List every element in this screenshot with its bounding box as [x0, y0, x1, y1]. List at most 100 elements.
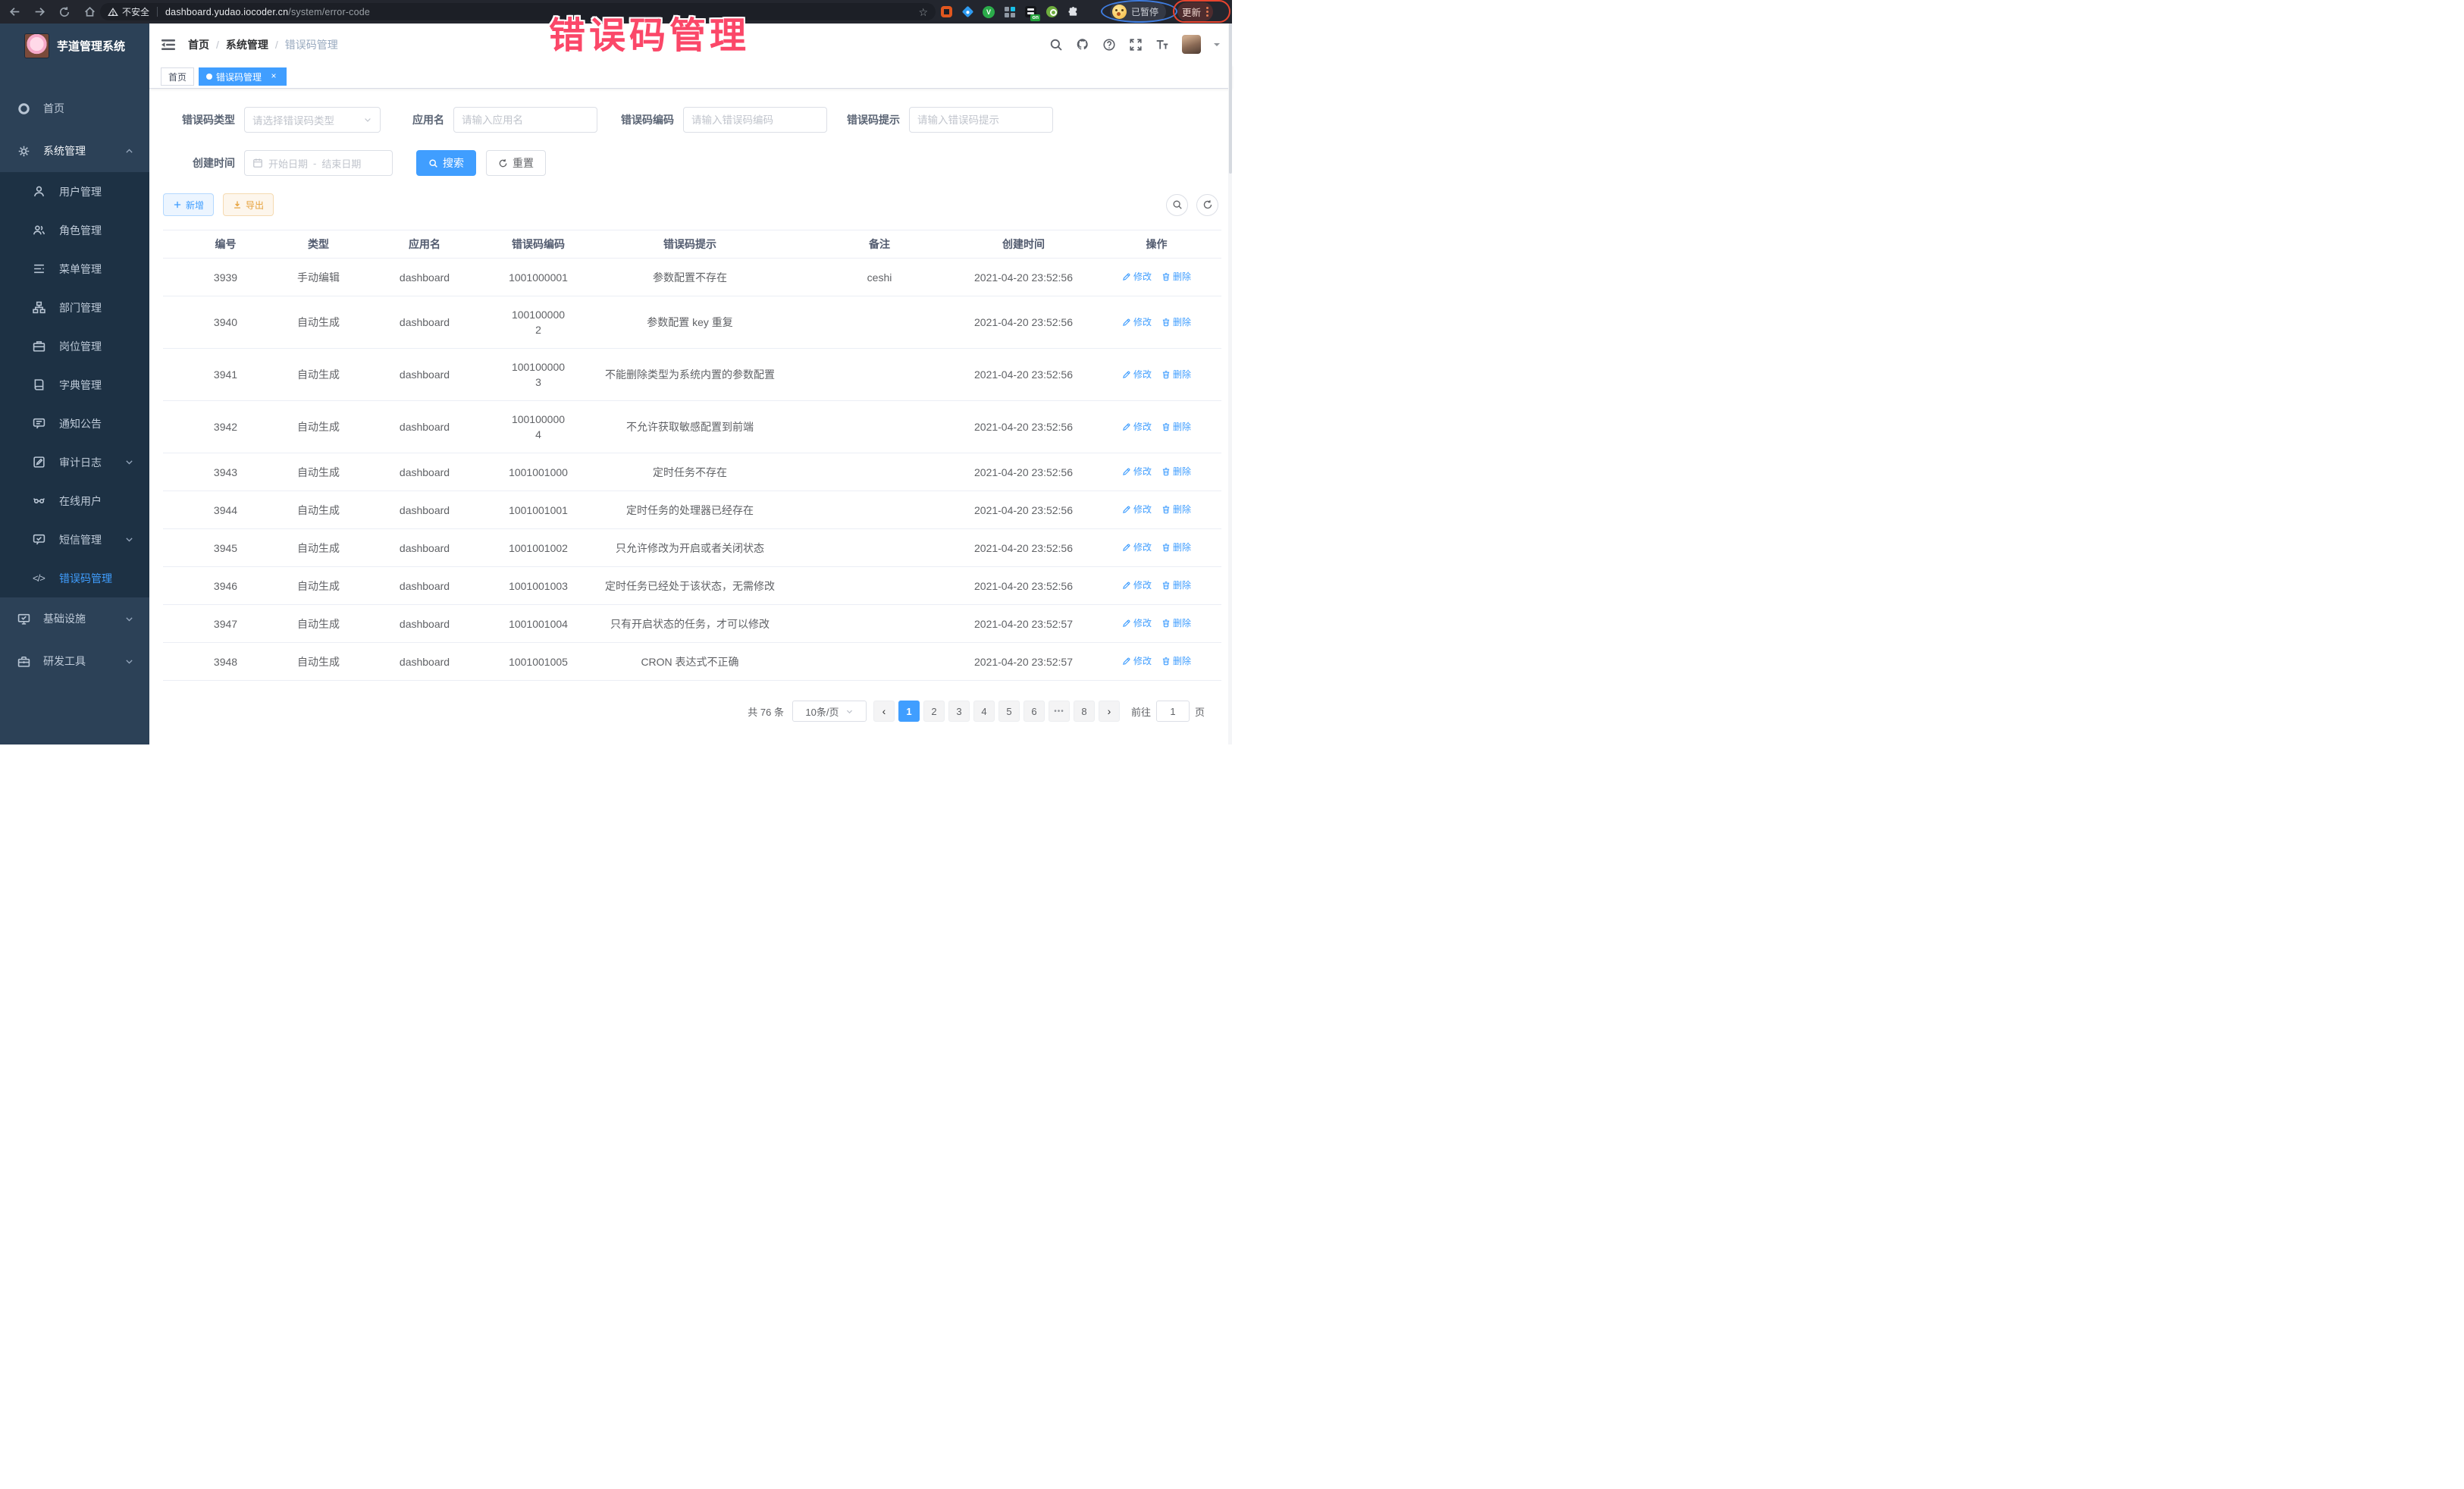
pager-page-5[interactable]: 5 — [998, 701, 1020, 722]
sidebar-item-10[interactable]: 在线用户 — [0, 481, 149, 520]
tag-home[interactable]: 首页 — [161, 67, 194, 86]
security-chip[interactable]: 不安全 — [108, 5, 149, 18]
delete-link[interactable]: 删除 — [1161, 269, 1191, 284]
github-icon[interactable] — [1076, 38, 1089, 52]
header-search-icon[interactable] — [1049, 38, 1063, 52]
edit-link[interactable]: 修改 — [1122, 540, 1152, 555]
export-button[interactable]: 导出 — [223, 193, 274, 216]
search-button[interactable]: 搜索 — [416, 150, 476, 176]
home-icon[interactable] — [83, 5, 96, 19]
sidebar-item-1[interactable]: 系统管理 — [0, 130, 149, 172]
sidebar-item-13[interactable]: 基础设施 — [0, 597, 149, 640]
help-icon[interactable] — [1102, 38, 1116, 52]
fullscreen-icon[interactable] — [1129, 38, 1143, 52]
delete-link[interactable]: 删除 — [1161, 578, 1191, 593]
edit-link[interactable]: 修改 — [1122, 315, 1152, 330]
error-type-select[interactable]: 请选择错误码类型 — [244, 107, 381, 133]
date-range-picker[interactable]: 开始日期 - 结束日期 — [244, 150, 393, 176]
edit-link[interactable]: 修改 — [1122, 419, 1152, 434]
pager-page-6[interactable]: 6 — [1024, 701, 1045, 722]
pager-page-4[interactable]: 4 — [973, 701, 995, 722]
reset-button[interactable]: 重置 — [486, 150, 546, 176]
edit-link[interactable]: 修改 — [1122, 616, 1152, 631]
sidebar-item-6[interactable]: 岗位管理 — [0, 327, 149, 365]
pager-page-8[interactable]: 8 — [1074, 701, 1095, 722]
delete-link[interactable]: 删除 — [1161, 654, 1191, 669]
edit-link[interactable]: 修改 — [1122, 502, 1152, 517]
cell-remark — [804, 567, 955, 605]
sidebar-item-8[interactable]: 通知公告 — [0, 404, 149, 443]
goto-page-input[interactable] — [1156, 701, 1190, 722]
hamburger-icon[interactable] — [161, 37, 176, 52]
delete-link[interactable]: 删除 — [1161, 502, 1191, 517]
pager-next-button[interactable]: › — [1099, 701, 1120, 722]
edit-link[interactable]: 修改 — [1122, 578, 1152, 593]
edit-link[interactable]: 修改 — [1122, 269, 1152, 284]
breadcrumb-system[interactable]: 系统管理 — [226, 37, 268, 52]
delete-link[interactable]: 删除 — [1161, 315, 1191, 330]
cell-app: dashboard — [349, 349, 500, 401]
delete-link[interactable]: 删除 — [1161, 540, 1191, 555]
sidebar-logo[interactable]: 芋道管理系统 — [0, 24, 149, 67]
browser-menu-kebab-icon[interactable] — [1206, 7, 1208, 17]
pager-page-3[interactable]: 3 — [948, 701, 970, 722]
table-row: 3939手动编辑dashboard1001000001参数配置不存在ceshi2… — [163, 259, 1221, 296]
font-size-icon[interactable] — [1155, 38, 1169, 52]
extension-ublock-icon[interactable] — [940, 5, 953, 18]
log-icon — [33, 456, 45, 469]
delete-link[interactable]: 删除 — [1161, 616, 1191, 631]
filter-row-1: 错误码类型 请选择错误码类型 应用名 错误码编码 错误码提示 — [163, 107, 1221, 133]
code-input[interactable] — [691, 114, 819, 126]
edit-link[interactable]: 修改 — [1122, 464, 1152, 479]
tag-error-code[interactable]: 错误码管理 × — [199, 67, 287, 86]
scrollbar-thumb[interactable] — [1229, 3, 1232, 174]
bookmark-star-icon[interactable]: ☆ — [918, 7, 928, 17]
filter-label-code: 错误码编码 — [621, 112, 674, 127]
browser-profile-chip[interactable]: 已暂停 — [1110, 2, 1166, 21]
add-button[interactable]: 新增 — [163, 193, 214, 216]
delete-link[interactable]: 删除 — [1161, 367, 1191, 382]
sidebar-item-2[interactable]: 用户管理 — [0, 172, 149, 211]
reload-icon[interactable] — [58, 5, 71, 19]
extension-tampermonkey-icon[interactable]: on — [1024, 5, 1037, 18]
sidebar-item-0[interactable]: 首页 — [0, 87, 149, 130]
edit-link[interactable]: 修改 — [1122, 654, 1152, 669]
refresh-table-button[interactable] — [1196, 194, 1218, 216]
browser-update-button[interactable]: 更新 — [1177, 2, 1213, 21]
sidebar-item-4[interactable]: 菜单管理 — [0, 249, 149, 288]
delete-link[interactable]: 删除 — [1161, 464, 1191, 479]
toggle-search-button[interactable] — [1166, 194, 1188, 216]
breadcrumb-home[interactable]: 首页 — [188, 37, 209, 52]
sidebar-item-9[interactable]: 审计日志 — [0, 443, 149, 481]
sidebar-item-3[interactable]: 角色管理 — [0, 211, 149, 249]
extension-green-icon[interactable]: V — [983, 6, 995, 18]
edit-link[interactable]: 修改 — [1122, 367, 1152, 382]
table-toolbar: 新增 导出 — [163, 193, 1221, 216]
sidebar-item-5[interactable]: 部门管理 — [0, 288, 149, 327]
avatar-caret-icon[interactable] — [1214, 43, 1220, 49]
pager-page-1[interactable]: 1 — [898, 701, 920, 722]
delete-link[interactable]: 删除 — [1161, 419, 1191, 434]
user-avatar[interactable] — [1182, 35, 1201, 54]
cell-remark: ceshi — [804, 259, 955, 296]
page-size-select[interactable]: 10条/页 — [792, 701, 867, 722]
page-scrollbar[interactable] — [1228, 0, 1232, 744]
tag-close-icon[interactable]: × — [268, 71, 279, 82]
sidebar-item-12[interactable]: </>错误码管理 — [0, 559, 149, 597]
pager-prev-button[interactable]: ‹ — [873, 701, 895, 722]
sidebar-item-14[interactable]: 研发工具 — [0, 640, 149, 682]
sidebar-item-7[interactable]: 字典管理 — [0, 365, 149, 404]
extension-grid-icon[interactable] — [1003, 5, 1016, 18]
back-icon[interactable] — [8, 5, 21, 19]
extension-pin-icon[interactable] — [961, 5, 974, 18]
sidebar-item-11[interactable]: 短信管理 — [0, 520, 149, 559]
app-name-input[interactable] — [462, 114, 589, 126]
extension-key-icon[interactable] — [1045, 5, 1058, 18]
url-text[interactable]: dashboard.yudao.iocoder.cn/system/error-… — [165, 7, 370, 17]
pager-more-button[interactable]: ••• — [1049, 701, 1070, 722]
forward-icon[interactable] — [33, 5, 46, 19]
address-bar[interactable]: 不安全 dashboard.yudao.iocoder.cn/system/er… — [100, 3, 936, 20]
hint-input[interactable] — [917, 114, 1045, 126]
pager-page-2[interactable]: 2 — [923, 701, 945, 722]
extensions-puzzle-icon[interactable] — [1067, 5, 1080, 18]
